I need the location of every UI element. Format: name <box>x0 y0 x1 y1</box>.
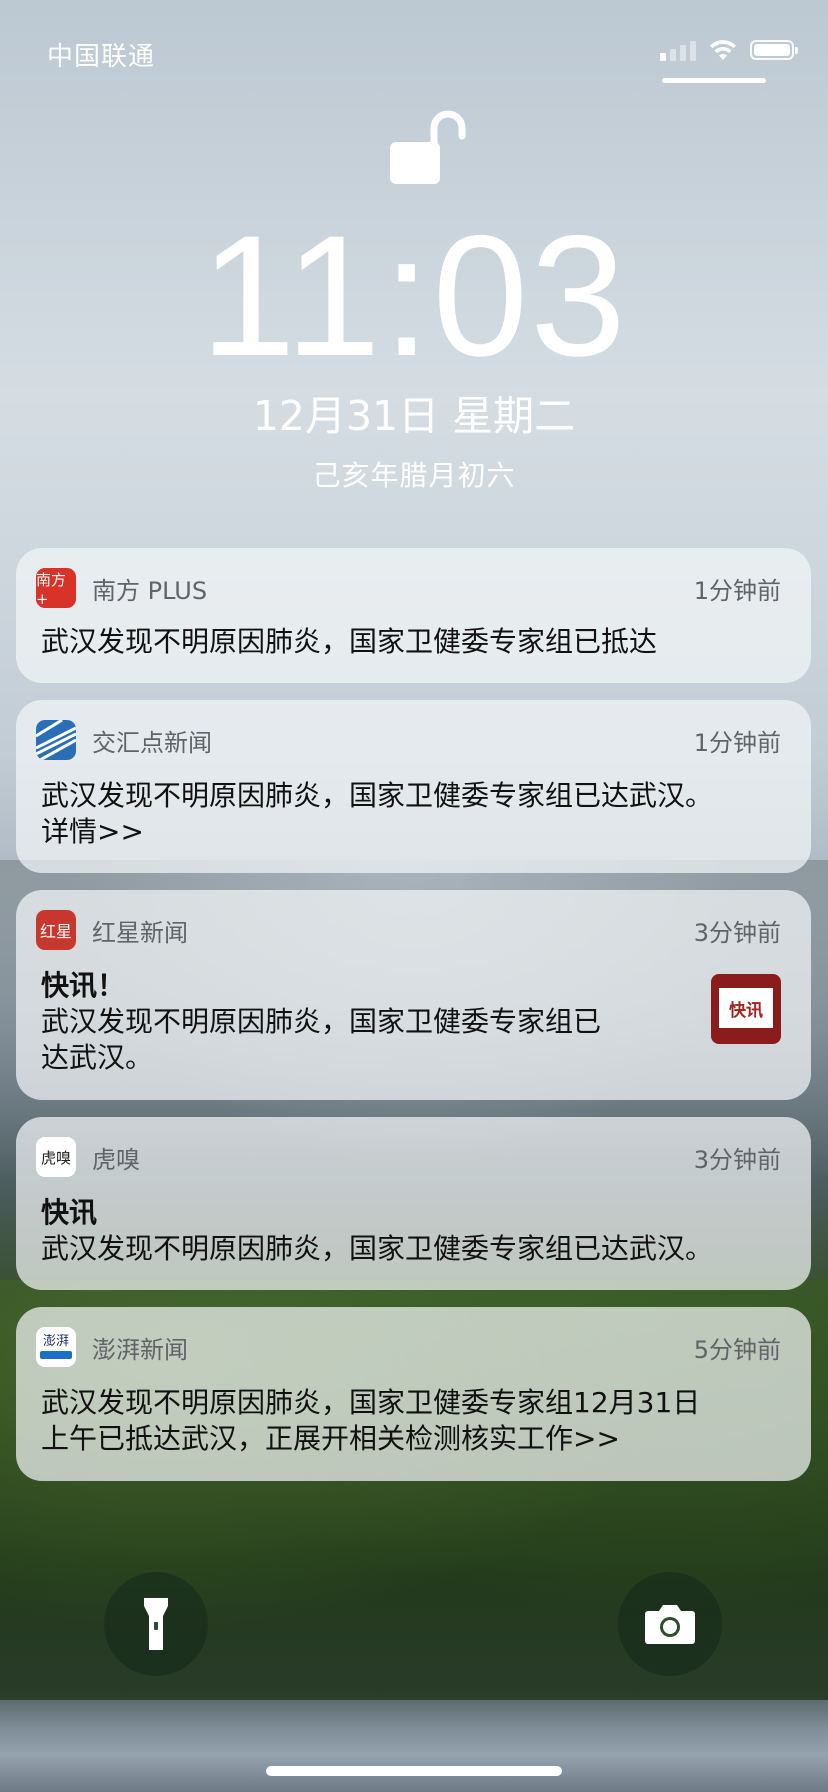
notification-title: 快讯 <box>41 1196 98 1229</box>
notification-card[interactable]: 红星 红星新闻 3分钟前 快讯！ 武汉发现不明原因肺炎，国家卫健委专家组已 达武… <box>16 890 811 1100</box>
notification-title: 快讯！ <box>41 969 126 1002</box>
home-indicator[interactable] <box>266 1766 562 1776</box>
notification-time: 1分钟前 <box>693 576 781 605</box>
lunar-date: 己亥年腊月初六 <box>312 459 516 492</box>
notification-app-name: 澎湃新闻 <box>92 1335 188 1364</box>
notification-body: 快讯 武汉发现不明原因肺炎，国家卫健委专家组已达武汉。 <box>41 1195 781 1267</box>
notification-app-name: 虎嗅 <box>92 1145 140 1174</box>
wifi-icon <box>710 40 736 60</box>
notification-time: 3分钟前 <box>693 1145 781 1174</box>
notification-body-line: 达武汉。 <box>41 1041 154 1074</box>
jiaohuidian-app-icon <box>36 720 76 760</box>
unlocked-padlock-icon <box>390 110 466 184</box>
nanfang-plus-app-icon: 南方+ <box>36 568 76 608</box>
notification-body: 武汉发现不明原因肺炎，国家卫健委专家组12月31日 上午已抵达武汉，正展开相关检… <box>41 1385 781 1457</box>
notification-app-name: 红星新闻 <box>92 918 188 947</box>
flashlight-icon <box>144 1598 168 1650</box>
hongxing-app-icon: 红星 <box>36 910 76 950</box>
pengpai-app-icon: 澎湃 <box>36 1327 76 1367</box>
cellular-signal-icon <box>660 39 696 61</box>
control-center-grabber[interactable] <box>662 78 766 83</box>
notification-body-line: 详情>> <box>41 815 144 848</box>
carrier-label: 中国联通 <box>47 42 156 72</box>
notification-card[interactable]: 南方+ 南方 PLUS 1分钟前 武汉发现不明原因肺炎，国家卫健委专家组已抵达 <box>16 548 811 683</box>
camera-button[interactable] <box>618 1572 722 1676</box>
notification-time: 1分钟前 <box>693 728 781 757</box>
notification-body-line: 上午已抵达武汉，正展开相关检测核实工作>> <box>41 1422 620 1455</box>
notification-body: 快讯！ 武汉发现不明原因肺炎，国家卫健委专家组已 达武汉。 <box>41 968 661 1076</box>
lock-screen: 中国联通 11:03 12月31日 星期二 己亥年腊月初六 南方+ 南方 PLU… <box>0 0 828 1792</box>
wallpaper-lake <box>0 1730 828 1792</box>
notification-body-line: 武汉发现不明原因肺炎，国家卫健委专家组12月31日 <box>41 1386 701 1419</box>
flashlight-button[interactable] <box>104 1572 208 1676</box>
notification-body-line: 武汉发现不明原因肺炎，国家卫健委专家组已 <box>41 1005 602 1038</box>
notification-body: 武汉发现不明原因肺炎，国家卫健委专家组已达武汉。 详情>> <box>41 778 781 850</box>
notification-app-name: 南方 PLUS <box>92 576 208 605</box>
notification-thumbnail: 快讯 <box>711 974 781 1044</box>
notification-card[interactable]: 澎湃 澎湃新闻 5分钟前 武汉发现不明原因肺炎，国家卫健委专家组12月31日 上… <box>16 1307 811 1481</box>
clock-time: 11:03 <box>200 200 628 392</box>
notification-time: 5分钟前 <box>693 1335 781 1364</box>
notification-body: 武汉发现不明原因肺炎，国家卫健委专家组已抵达 <box>41 624 781 660</box>
notification-app-name: 交汇点新闻 <box>92 728 212 757</box>
status-icons <box>660 38 798 62</box>
notification-body-line: 武汉发现不明原因肺炎，国家卫健委专家组已抵达 <box>41 625 658 658</box>
battery-icon <box>750 40 798 60</box>
huxiu-app-icon: 虎嗅 <box>36 1137 76 1177</box>
notification-card[interactable]: 虎嗅 虎嗅 3分钟前 快讯 武汉发现不明原因肺炎，国家卫健委专家组已达武汉。 <box>16 1117 811 1290</box>
camera-icon <box>645 1605 695 1644</box>
notification-time: 3分钟前 <box>693 918 781 947</box>
notification-card[interactable]: 交汇点新闻 1分钟前 武汉发现不明原因肺炎，国家卫健委专家组已达武汉。 详情>> <box>16 700 811 873</box>
notification-body-line: 武汉发现不明原因肺炎，国家卫健委专家组已达武汉。 <box>41 1232 714 1265</box>
notification-body-line: 武汉发现不明原因肺炎，国家卫健委专家组已达武汉。 <box>41 779 714 812</box>
clock-date: 12月31日 星期二 <box>252 392 576 440</box>
